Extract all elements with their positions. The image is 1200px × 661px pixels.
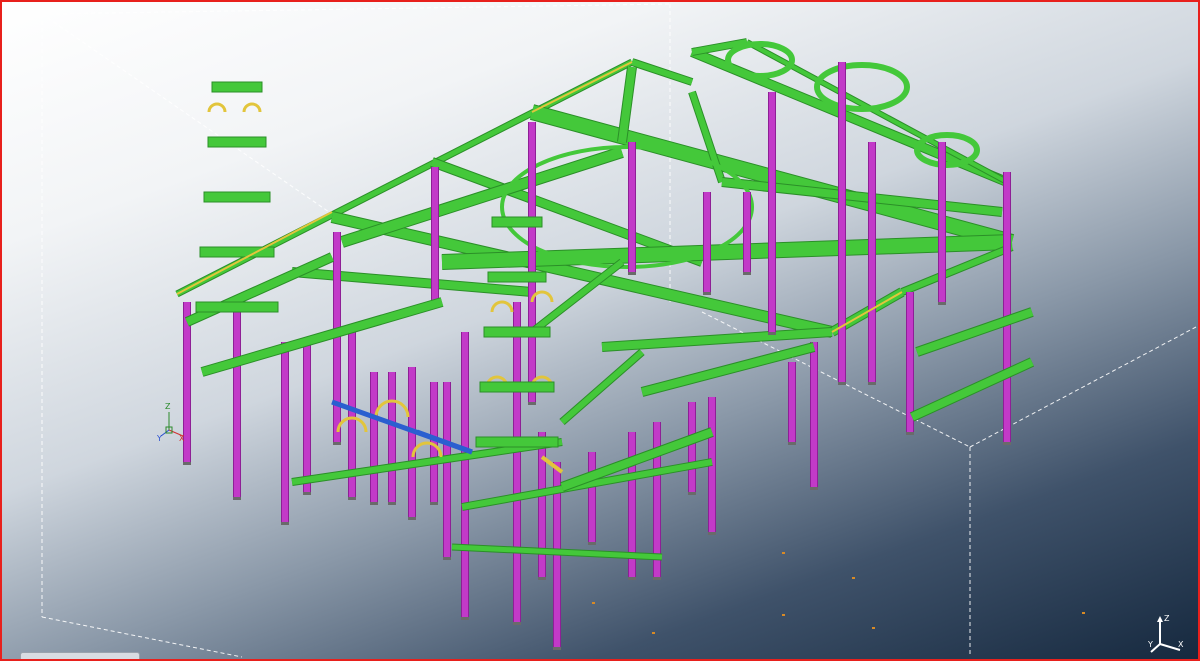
arch-tower-c — [490, 300, 514, 313]
tower-left-ring-3 — [203, 191, 271, 203]
column-32-base-plate — [233, 497, 241, 500]
column-8-base-plate — [868, 382, 876, 385]
column-33-base-plate — [183, 462, 191, 465]
diagonal-brace-b — [560, 349, 644, 425]
tower-center-ring-1 — [491, 216, 543, 228]
column-23-base-plate — [443, 557, 451, 560]
column-6-base-plate — [768, 332, 776, 335]
window-tab[interactable] — [20, 652, 140, 659]
arch-tower-a — [207, 102, 227, 113]
arch-tower-b — [242, 102, 262, 113]
debris-6 — [652, 632, 655, 634]
xyz-axis-icon: Z X Y — [157, 402, 187, 444]
column-5-base-plate — [743, 272, 751, 275]
work-area-edge-1 — [41, 13, 333, 215]
tower-left-ring-2 — [207, 136, 267, 148]
local-z-label: Z — [165, 402, 171, 411]
column-31-base-plate — [281, 522, 289, 525]
column-3-base-plate — [628, 272, 636, 275]
column-27-base-plate — [370, 502, 378, 505]
ground-beam-b — [461, 459, 713, 510]
column-24-base-plate — [430, 502, 438, 505]
cross-girder-left — [340, 147, 624, 247]
view-x-label: X — [1178, 640, 1184, 649]
work-area-box — [41, 3, 1197, 658]
view-orientation-icon[interactable]: Z X Y — [1148, 612, 1188, 654]
column-28-base-plate — [348, 497, 356, 500]
debris-5 — [872, 627, 875, 629]
column-29-base-plate — [333, 442, 341, 445]
right-corner-beam — [900, 244, 1014, 295]
model-viewport[interactable]: Z X Y Z X Y — [0, 0, 1200, 661]
debris-1 — [782, 552, 785, 554]
column-19-base-plate — [553, 647, 561, 650]
debris-7 — [1082, 612, 1085, 614]
column-13-base-plate — [788, 442, 796, 445]
ground-beam-a — [291, 439, 563, 485]
mid-lower-beam — [601, 328, 833, 351]
right-balcony-top — [915, 308, 1034, 356]
column-25-base-plate — [408, 517, 416, 520]
column-20-base-plate — [538, 577, 546, 580]
column-16-base-plate — [653, 577, 661, 580]
column-21-base-plate — [513, 622, 521, 625]
column-11-base-plate — [906, 432, 914, 435]
column-30-base-plate — [303, 492, 311, 495]
column-2-base-plate — [528, 402, 536, 405]
debris-4 — [782, 614, 785, 616]
tower-left-ring-5 — [195, 301, 279, 313]
column-22-base-plate — [461, 617, 469, 620]
column-9-base-plate — [938, 302, 946, 305]
structure-model[interactable] — [2, 2, 1198, 659]
tower-center-ring-3 — [483, 326, 551, 338]
roof-post-b — [689, 91, 725, 183]
local-x-label: X — [179, 434, 185, 443]
beam-layer-front[interactable] — [184, 252, 1035, 561]
column-7-base-plate — [838, 382, 846, 385]
yellow-strip-top — [531, 61, 633, 113]
work-area-edge-3 — [41, 616, 243, 658]
tower-center-ring-4 — [479, 381, 555, 393]
debris-2 — [852, 577, 855, 579]
work-area-edge-8 — [41, 3, 671, 15]
right-balcony-beam — [910, 358, 1034, 421]
column-4-base-plate — [703, 292, 711, 295]
tower-left-ring-1 — [211, 81, 263, 93]
column-15-base-plate — [688, 492, 696, 495]
column-12-base-plate — [810, 487, 818, 490]
tower-center-ring-2 — [487, 271, 547, 283]
debris-3 — [592, 602, 595, 604]
column-10-base-plate — [1003, 442, 1011, 445]
roof-edge-beam-top — [631, 59, 693, 85]
view-y-label: Y — [1148, 640, 1153, 649]
tower-center-ring-5 — [475, 436, 559, 448]
column-18-base-plate — [588, 542, 596, 545]
column-17-base-plate — [628, 577, 636, 580]
column-26-base-plate — [388, 502, 396, 505]
view-z-label: Z — [1164, 614, 1170, 623]
local-y-label: Y — [157, 434, 162, 443]
column-14-base-plate — [708, 532, 716, 535]
